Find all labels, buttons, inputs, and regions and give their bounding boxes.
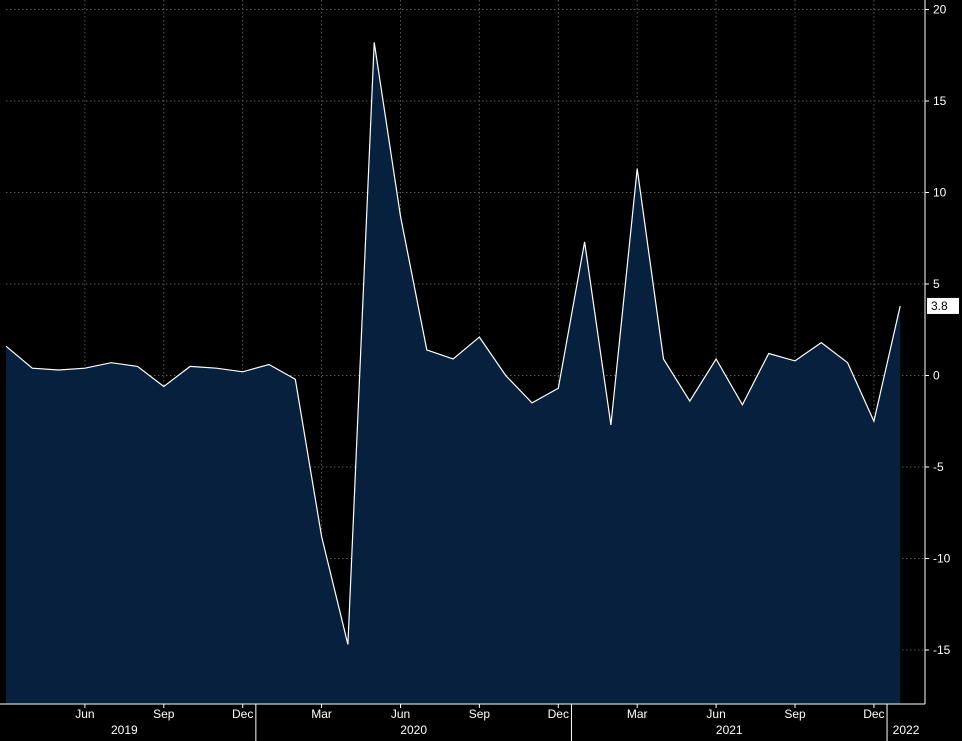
y-tick-label: -5 xyxy=(933,460,944,474)
y-tick-label: 0 xyxy=(933,369,940,383)
y-tick-label: -15 xyxy=(933,643,951,657)
area-series xyxy=(5,42,901,704)
year-label: 2021 xyxy=(716,723,743,737)
area-chart: 20 15 10 5 0 -5 -10 -15 Jun Sep Dec Mar Jun Sep Dec Mar… xyxy=(0,0,959,741)
y-tick-label: 5 xyxy=(933,277,940,291)
year-label: 2022 xyxy=(893,723,920,737)
y-tick-label: 20 xyxy=(933,3,947,17)
x-tick-label: Sep xyxy=(469,707,491,721)
x-tick-label: Jun xyxy=(75,707,94,721)
chart-container: 20 15 10 5 0 -5 -10 -15 Jun Sep Dec Mar Jun Sep Dec Mar… xyxy=(0,0,962,741)
x-tick-label: Mar xyxy=(627,707,648,721)
x-tick-label: Dec xyxy=(232,707,253,721)
y-tick-label: -10 xyxy=(933,552,951,566)
x-tick-label: Sep xyxy=(784,707,806,721)
x-tick-label: Jun xyxy=(391,707,410,721)
x-tick-label: Mar xyxy=(311,707,332,721)
y-tick-label: 10 xyxy=(933,186,947,200)
year-label: 2019 xyxy=(111,723,138,737)
x-tick-label: Dec xyxy=(548,707,569,721)
x-tick-label: Jun xyxy=(706,707,725,721)
x-tick-label: Dec xyxy=(863,707,884,721)
last-value-label: 3.8 xyxy=(931,299,948,313)
y-tick-label: 15 xyxy=(933,94,947,108)
area-fill xyxy=(6,42,901,704)
x-tick-label: Sep xyxy=(153,707,175,721)
year-label: 2020 xyxy=(400,723,427,737)
